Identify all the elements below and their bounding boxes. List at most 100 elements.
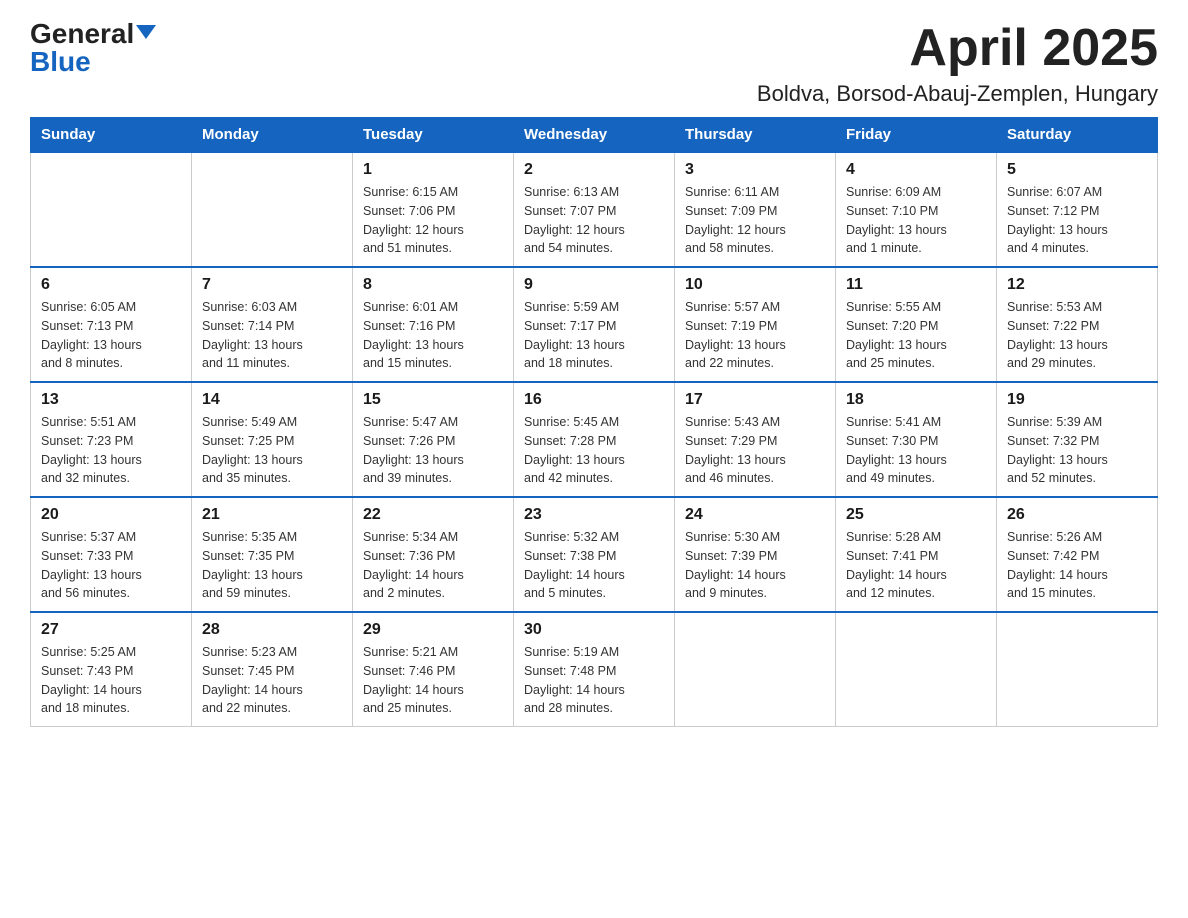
day-number: 19	[1007, 391, 1147, 409]
day-number: 2	[524, 161, 664, 179]
weekday-header-friday: Friday	[836, 118, 997, 153]
day-number: 8	[363, 276, 503, 294]
calendar-cell: 10 Sunrise: 5:57 AMSunset: 7:19 PMDayligh…	[675, 267, 836, 382]
calendar-cell: 16 Sunrise: 5:45 AMSunset: 7:28 PMDayligh…	[514, 382, 675, 497]
day-info: Sunrise: 5:41 AMSunset: 7:30 PMDaylight:…	[846, 413, 986, 488]
weekday-header-sunday: Sunday	[31, 118, 192, 153]
calendar-cell: 21 Sunrise: 5:35 AMSunset: 7:35 PMDayligh…	[192, 497, 353, 612]
logo-general: General	[30, 20, 134, 48]
day-info: Sunrise: 6:15 AMSunset: 7:06 PMDaylight:…	[363, 183, 503, 258]
day-info: Sunrise: 6:07 AMSunset: 7:12 PMDaylight:…	[1007, 183, 1147, 258]
day-number: 29	[363, 621, 503, 639]
weekday-header-row: SundayMondayTuesdayWednesdayThursdayFrid…	[31, 118, 1158, 153]
calendar-cell: 15 Sunrise: 5:47 AMSunset: 7:26 PMDayligh…	[353, 382, 514, 497]
day-info: Sunrise: 6:13 AMSunset: 7:07 PMDaylight:…	[524, 183, 664, 258]
day-info: Sunrise: 6:05 AMSunset: 7:13 PMDaylight:…	[41, 298, 181, 373]
month-title: April 2025	[757, 20, 1158, 77]
calendar-cell: 18 Sunrise: 5:41 AMSunset: 7:30 PMDayligh…	[836, 382, 997, 497]
day-number: 3	[685, 161, 825, 179]
day-info: Sunrise: 5:19 AMSunset: 7:48 PMDaylight:…	[524, 643, 664, 718]
calendar-cell: 2 Sunrise: 6:13 AMSunset: 7:07 PMDaylight…	[514, 152, 675, 267]
day-info: Sunrise: 5:25 AMSunset: 7:43 PMDaylight:…	[41, 643, 181, 718]
day-info: Sunrise: 5:32 AMSunset: 7:38 PMDaylight:…	[524, 528, 664, 603]
day-number: 17	[685, 391, 825, 409]
day-number: 13	[41, 391, 181, 409]
day-info: Sunrise: 5:34 AMSunset: 7:36 PMDaylight:…	[363, 528, 503, 603]
calendar-cell: 8 Sunrise: 6:01 AMSunset: 7:16 PMDaylight…	[353, 267, 514, 382]
day-number: 30	[524, 621, 664, 639]
weekday-header-wednesday: Wednesday	[514, 118, 675, 153]
week-row-4: 20Sunrise: 5:37 AMSunset: 7:33 PMDayligh…	[31, 497, 1158, 612]
day-number: 10	[685, 276, 825, 294]
calendar-cell: 17 Sunrise: 5:43 AMSunset: 7:29 PMDayligh…	[675, 382, 836, 497]
location-title: Boldva, Borsod-Abauj-Zemplen, Hungary	[757, 81, 1158, 107]
day-info: Sunrise: 5:49 AMSunset: 7:25 PMDaylight:…	[202, 413, 342, 488]
day-info: Sunrise: 5:59 AMSunset: 7:17 PMDaylight:…	[524, 298, 664, 373]
logo: General Blue	[30, 20, 156, 76]
day-number: 28	[202, 621, 342, 639]
week-row-5: 27Sunrise: 5:25 AMSunset: 7:43 PMDayligh…	[31, 612, 1158, 727]
day-info: Sunrise: 6:01 AMSunset: 7:16 PMDaylight:…	[363, 298, 503, 373]
day-number: 7	[202, 276, 342, 294]
weekday-header-tuesday: Tuesday	[353, 118, 514, 153]
calendar-cell	[31, 152, 192, 267]
day-info: Sunrise: 5:30 AMSunset: 7:39 PMDaylight:…	[685, 528, 825, 603]
day-info: Sunrise: 5:45 AMSunset: 7:28 PMDaylight:…	[524, 413, 664, 488]
calendar-cell	[675, 612, 836, 727]
calendar-table: SundayMondayTuesdayWednesdayThursdayFrid…	[30, 117, 1158, 727]
calendar-cell: 3Sunrise: 6:11 AMSunset: 7:09 PMDaylight…	[675, 152, 836, 267]
page-header: General Blue April 2025 Boldva, Borsod-A…	[30, 20, 1158, 107]
day-info: Sunrise: 5:28 AMSunset: 7:41 PMDaylight:…	[846, 528, 986, 603]
day-number: 15	[363, 391, 503, 409]
day-number: 22	[363, 506, 503, 524]
calendar-cell: 24 Sunrise: 5:30 AMSunset: 7:39 PMDayligh…	[675, 497, 836, 612]
calendar-cell: 11 Sunrise: 5:55 AMSunset: 7:20 PMDayligh…	[836, 267, 997, 382]
day-number: 4	[846, 161, 986, 179]
calendar-cell: 13Sunrise: 5:51 AMSunset: 7:23 PMDayligh…	[31, 382, 192, 497]
day-info: Sunrise: 5:55 AMSunset: 7:20 PMDaylight:…	[846, 298, 986, 373]
calendar-cell: 27Sunrise: 5:25 AMSunset: 7:43 PMDayligh…	[31, 612, 192, 727]
calendar-cell: 5 Sunrise: 6:07 AMSunset: 7:12 PMDaylight…	[997, 152, 1158, 267]
day-info: Sunrise: 5:47 AMSunset: 7:26 PMDaylight:…	[363, 413, 503, 488]
day-number: 18	[846, 391, 986, 409]
week-row-1: 1 Sunrise: 6:15 AMSunset: 7:06 PMDaylight…	[31, 152, 1158, 267]
day-info: Sunrise: 5:39 AMSunset: 7:32 PMDaylight:…	[1007, 413, 1147, 488]
day-number: 12	[1007, 276, 1147, 294]
calendar-cell: 28 Sunrise: 5:23 AMSunset: 7:45 PMDayligh…	[192, 612, 353, 727]
day-number: 5	[1007, 161, 1147, 179]
day-info: Sunrise: 5:37 AMSunset: 7:33 PMDaylight:…	[41, 528, 181, 603]
calendar-cell: 22 Sunrise: 5:34 AMSunset: 7:36 PMDayligh…	[353, 497, 514, 612]
day-info: Sunrise: 5:43 AMSunset: 7:29 PMDaylight:…	[685, 413, 825, 488]
logo-blue: Blue	[30, 48, 91, 76]
calendar-cell: 7Sunrise: 6:03 AMSunset: 7:14 PMDaylight…	[192, 267, 353, 382]
day-info: Sunrise: 5:21 AMSunset: 7:46 PMDaylight:…	[363, 643, 503, 718]
week-row-3: 13Sunrise: 5:51 AMSunset: 7:23 PMDayligh…	[31, 382, 1158, 497]
weekday-header-saturday: Saturday	[997, 118, 1158, 153]
day-info: Sunrise: 5:35 AMSunset: 7:35 PMDaylight:…	[202, 528, 342, 603]
day-info: Sunrise: 6:09 AMSunset: 7:10 PMDaylight:…	[846, 183, 986, 258]
day-info: Sunrise: 5:57 AMSunset: 7:19 PMDaylight:…	[685, 298, 825, 373]
calendar-cell: 14Sunrise: 5:49 AMSunset: 7:25 PMDayligh…	[192, 382, 353, 497]
calendar-cell: 12 Sunrise: 5:53 AMSunset: 7:22 PMDayligh…	[997, 267, 1158, 382]
day-number: 11	[846, 276, 986, 294]
calendar-cell: 9 Sunrise: 5:59 AMSunset: 7:17 PMDaylight…	[514, 267, 675, 382]
day-info: Sunrise: 5:23 AMSunset: 7:45 PMDaylight:…	[202, 643, 342, 718]
calendar-cell: 30 Sunrise: 5:19 AMSunset: 7:48 PMDayligh…	[514, 612, 675, 727]
day-number: 16	[524, 391, 664, 409]
calendar-cell	[997, 612, 1158, 727]
title-block: April 2025 Boldva, Borsod-Abauj-Zemplen,…	[757, 20, 1158, 107]
day-number: 1	[363, 161, 503, 179]
day-number: 9	[524, 276, 664, 294]
day-info: Sunrise: 5:53 AMSunset: 7:22 PMDaylight:…	[1007, 298, 1147, 373]
day-number: 21	[202, 506, 342, 524]
day-number: 26	[1007, 506, 1147, 524]
calendar-cell: 20Sunrise: 5:37 AMSunset: 7:33 PMDayligh…	[31, 497, 192, 612]
weekday-header-monday: Monday	[192, 118, 353, 153]
day-number: 24	[685, 506, 825, 524]
calendar-cell: 6 Sunrise: 6:05 AMSunset: 7:13 PMDaylight…	[31, 267, 192, 382]
calendar-cell: 23 Sunrise: 5:32 AMSunset: 7:38 PMDayligh…	[514, 497, 675, 612]
day-number: 6	[41, 276, 181, 294]
calendar-cell: 1 Sunrise: 6:15 AMSunset: 7:06 PMDaylight…	[353, 152, 514, 267]
day-number: 25	[846, 506, 986, 524]
day-number: 23	[524, 506, 664, 524]
